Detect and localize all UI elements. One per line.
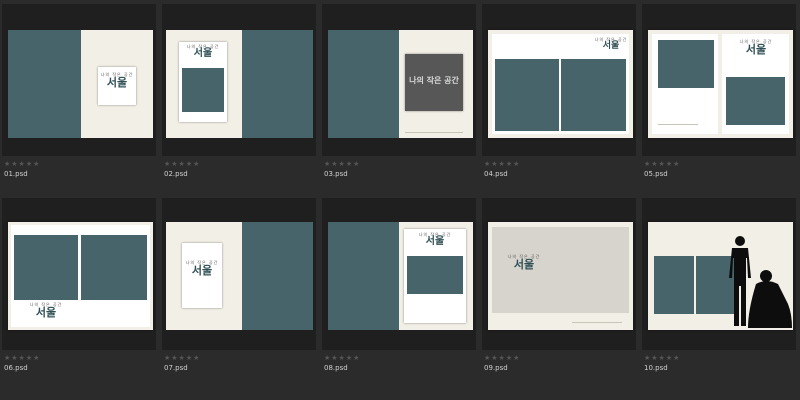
rating-stars[interactable]: ★★★★★ (324, 160, 360, 168)
white-page-right: 나의 작은 공간 서울 (722, 34, 789, 134)
rating-stars[interactable]: ★★★★★ (324, 354, 360, 362)
teal-photo-panel (8, 30, 81, 138)
thumbnail-grid: 나의 작은 공간 서울 ★★★★★ 01.psd 나의 작은 공간 서울 ★★★… (0, 0, 800, 400)
seoul-logo: 나의 작은 공간 (409, 75, 459, 85)
seoul-logo: 나의 작은 공간 서울 (418, 232, 452, 247)
rating-stars[interactable]: ★★★★★ (164, 354, 200, 362)
file-name: 05.psd (644, 170, 668, 178)
file-name: 09.psd (484, 364, 508, 372)
seoul-logo: 나의 작은 공간 서울 (594, 37, 628, 51)
seoul-logo: 나의 작은 공간 서울 (185, 260, 219, 277)
rating-stars[interactable]: ★★★★★ (644, 160, 680, 168)
file-name: 04.psd (484, 170, 508, 178)
photo-card: 나의 작은 공간 서울 (404, 229, 466, 323)
teal-photo-panel (328, 30, 399, 138)
file-name: 10.psd (644, 364, 668, 372)
file-name: 07.psd (164, 364, 188, 372)
title-card: 나의 작은 공간 서울 (98, 67, 136, 105)
photo-placeholder (726, 77, 785, 125)
teal-photo-panel (328, 222, 399, 330)
file-name: 06.psd (4, 364, 28, 372)
white-page: 나의 작은 공간 서울 (492, 34, 629, 134)
file-name: 02.psd (164, 170, 188, 178)
seoul-logo: 나의 작은 공간 서울 (100, 72, 134, 89)
title-card: 나의 작은 공간 서울 (182, 243, 222, 308)
teal-photo-panel (242, 30, 313, 138)
rating-stars[interactable]: ★★★★★ (484, 354, 520, 362)
photo-placeholder-left (14, 235, 78, 300)
photo-placeholder-right (81, 235, 147, 300)
couple-silhouette-icon (729, 236, 792, 328)
white-page-left (652, 34, 718, 134)
seoul-logo: 나의 작은 공간 서울 (186, 44, 220, 59)
photo-placeholder-left (495, 59, 559, 131)
photo-placeholder (182, 68, 224, 112)
rating-stars[interactable]: ★★★★★ (4, 160, 40, 168)
white-page: 나의 작은 공간 서울 (11, 225, 150, 327)
file-name: 08.psd (324, 364, 348, 372)
rating-stars[interactable]: ★★★★★ (484, 160, 520, 168)
rating-stars[interactable]: ★★★★★ (644, 354, 680, 362)
dark-photo-card: 나의 작은 공간 (405, 54, 463, 111)
seoul-logo: 나의 작은 공간 서울 (739, 39, 773, 56)
rating-stars[interactable]: ★★★★★ (4, 354, 40, 362)
photo-placeholder-right (561, 59, 626, 131)
rating-stars[interactable]: ★★★★★ (164, 160, 200, 168)
teal-photo-panel (242, 222, 313, 330)
caption-line (405, 132, 463, 133)
seoul-logo: 나의 작은 공간 서울 (507, 254, 541, 271)
grey-photo-panel: 나의 작은 공간 서울 (492, 227, 629, 313)
photo-placeholder-left (654, 256, 694, 314)
seoul-logo: 나의 작은 공간 서울 (29, 302, 63, 319)
caption-line (572, 322, 622, 323)
photo-placeholder (407, 256, 463, 294)
file-name: 03.psd (324, 170, 348, 178)
photo-card: 나의 작은 공간 서울 (179, 42, 227, 122)
file-name: 01.psd (4, 170, 28, 178)
photo-placeholder (658, 40, 714, 88)
caption-line (658, 124, 698, 125)
